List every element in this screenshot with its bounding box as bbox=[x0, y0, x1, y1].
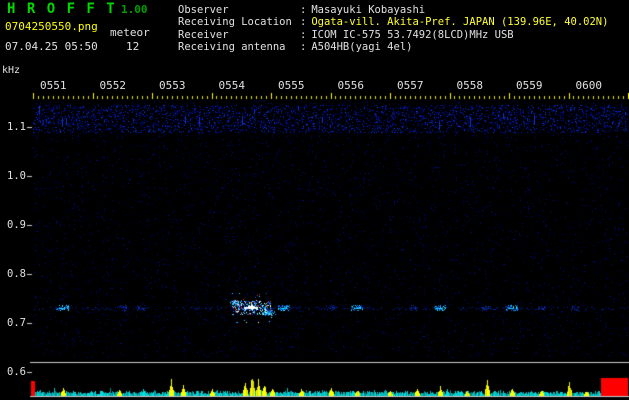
time-label: 0558 bbox=[456, 79, 484, 92]
info-row-location: Receiving Location: Ogata-vill. Akita-Pre… bbox=[178, 16, 608, 28]
info-separator: : bbox=[300, 40, 307, 53]
time-label: 0554 bbox=[218, 79, 246, 92]
info-row-observer: Observer: Masayuki Kobayashi bbox=[178, 4, 608, 16]
app-title: H R O F F T bbox=[7, 1, 117, 17]
info-row-antenna: Receiving antenna: A504HB(yagi 4el) bbox=[178, 41, 608, 53]
freq-axis-unit: kHz bbox=[2, 65, 21, 76]
output-filename: 0704250550.png bbox=[5, 20, 98, 33]
time-label: 0552 bbox=[99, 79, 127, 92]
info-value: ICOM IC-575 53.7492(8LCD)MHz USB bbox=[311, 28, 514, 41]
time-label: 0557 bbox=[397, 79, 424, 92]
info-label: Receiving antenna bbox=[178, 40, 286, 53]
info-value: Ogata-vill. Akita-Pref. JAPAN (139.96E, … bbox=[311, 16, 609, 29]
freq-label: 0.7 bbox=[7, 317, 26, 329]
info-label: Receiver bbox=[178, 28, 229, 41]
time-label: 0600 bbox=[575, 79, 603, 92]
station-info: Observer: Masayuki Kobayashi Receiving Lo… bbox=[178, 4, 608, 53]
datetime-label: 07.04.25 05:50 bbox=[5, 40, 98, 53]
info-value: A504HB(yagi 4el) bbox=[311, 40, 413, 53]
info-row-receiver: Receiver: ICOM IC-575 53.7492(8LCD)MHz US… bbox=[178, 29, 608, 41]
echo-count: 12 bbox=[126, 40, 140, 53]
info-separator: : bbox=[300, 16, 307, 29]
freq-label: 0.9 bbox=[7, 219, 26, 231]
info-separator: : bbox=[300, 4, 307, 16]
time-label: 0551 bbox=[40, 79, 67, 92]
info-label: Receiving Location bbox=[178, 16, 292, 29]
freq-label: 1.0 bbox=[7, 170, 26, 182]
hrofft-screenshot: H R O F F T 1.00 0704250550.png meteor 0… bbox=[0, 0, 629, 400]
info-separator: : bbox=[300, 28, 307, 41]
time-label: 0556 bbox=[337, 79, 365, 92]
app-version: 1.00 bbox=[121, 3, 148, 16]
spectrogram-canvas bbox=[0, 0, 629, 400]
info-value: Masayuki Kobayashi bbox=[311, 4, 426, 16]
freq-label: 1.1 bbox=[7, 121, 26, 133]
time-label: 0553 bbox=[159, 79, 186, 92]
mode-label: meteor bbox=[110, 26, 150, 39]
info-label: Observer bbox=[178, 4, 229, 16]
freq-label: 0.6 bbox=[7, 366, 26, 378]
time-label: 0559 bbox=[516, 79, 543, 92]
time-label: 0555 bbox=[278, 79, 305, 92]
freq-label: 0.8 bbox=[7, 268, 26, 280]
